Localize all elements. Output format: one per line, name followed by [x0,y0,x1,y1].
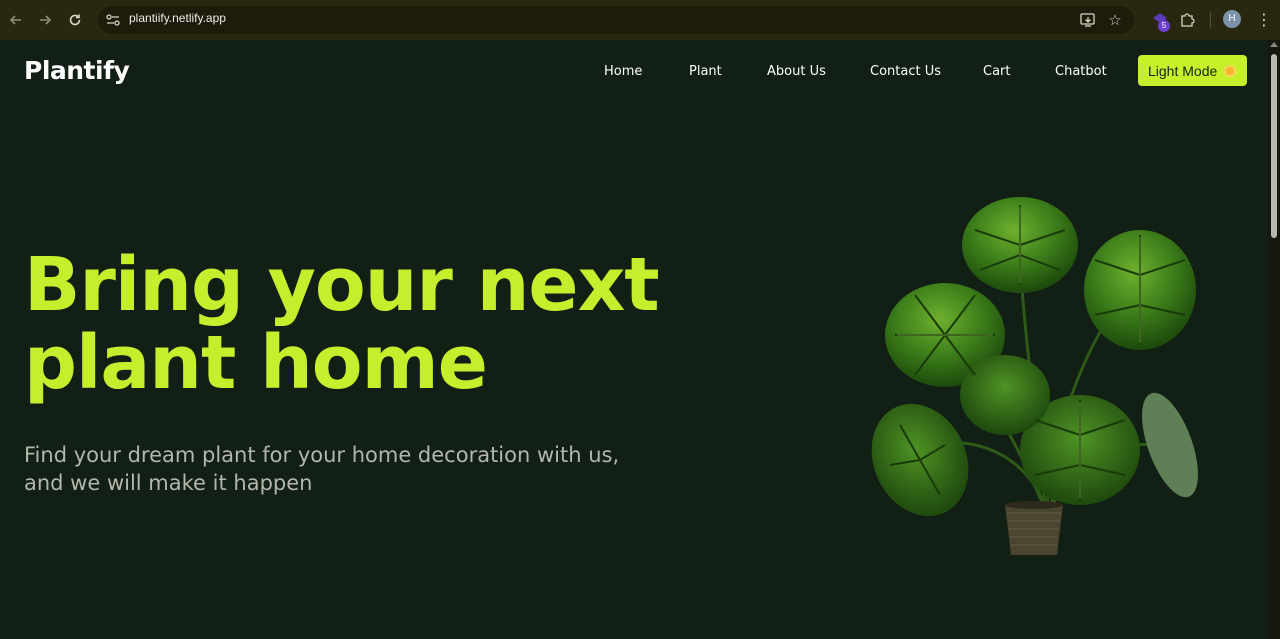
forward-button[interactable] [34,9,56,31]
install-app-icon[interactable] [1079,11,1097,29]
site-logo[interactable]: Plantify [24,56,130,85]
hero-title-line-1: Bring your next [24,242,660,328]
nav-chatbot[interactable]: Chatbot [1055,64,1107,79]
light-mode-label: Light Mode [1148,62,1218,79]
bookmark-star-icon[interactable]: ☆ [1106,11,1124,29]
nav-about-us[interactable]: About Us [767,64,826,79]
kebab-menu-icon[interactable]: ⋮ [1256,10,1272,30]
address-bar[interactable] [98,6,1134,34]
monstera-plant-image [871,197,1198,555]
hero-title-line-2: plant home [24,320,488,406]
url-text[interactable]: plantiify.netlify.app [129,11,226,25]
hero-subtitle: Find your dream plant for your home deco… [24,443,620,495]
hero-title: Bring your next plant home [24,246,704,402]
light-mode-button[interactable]: Light Mode [1138,55,1247,86]
back-button[interactable] [5,9,27,31]
extensions-puzzle-icon[interactable] [1178,10,1198,30]
nav-home[interactable]: Home [604,64,642,79]
nav-contact-us[interactable]: Contact Us [870,64,941,79]
scroll-up-arrow[interactable] [1270,42,1278,47]
site-info-icon[interactable] [104,11,122,29]
browser-toolbar: plantiify.netlify.app ☆ 5 H ⋮ [0,0,1280,40]
reload-button[interactable] [64,9,86,31]
page-content: Plantify Home Plant About Us Contact Us … [0,40,1268,639]
scroll-thumb[interactable] [1271,54,1277,238]
extension-badge: 5 [1158,20,1170,32]
profile-avatar[interactable]: H [1223,10,1241,28]
sun-icon [1224,64,1237,77]
page-scrollbar[interactable] [1268,40,1280,639]
nav-cart[interactable]: Cart [983,64,1011,79]
toolbar-divider [1210,12,1211,28]
nav-plant[interactable]: Plant [689,64,722,79]
